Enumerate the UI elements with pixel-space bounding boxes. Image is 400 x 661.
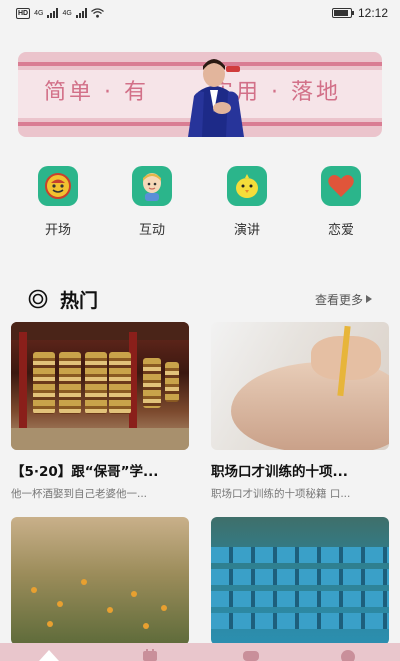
battery-fill [333, 10, 348, 16]
tab-category[interactable] [142, 649, 164, 661]
quick-nav-label: 演讲 [233, 223, 260, 238]
article-card-title: 【5·20】跟“保哥”学... [11, 464, 159, 480]
quick-nav-label: 开场 [44, 223, 71, 238]
flowers-image [11, 517, 189, 645]
signal-strength-icon-2 [75, 8, 87, 18]
stadium-seats-image [211, 517, 389, 645]
status-time: 12:12 [357, 6, 388, 20]
tab-home[interactable] [38, 649, 60, 661]
quick-nav-label: 恋爱 [327, 223, 354, 238]
quick-nav-item-opening[interactable]: 开场 [28, 166, 88, 238]
hot-section-title: 热门 [60, 289, 99, 312]
target-icon [28, 289, 48, 309]
article-card-desc: 职场口才训练的十项秘籍 口... [211, 488, 351, 500]
hd-badge: HD [16, 7, 31, 19]
quick-nav-label: 互动 [138, 223, 165, 238]
status-bar: HD 4G 4G 12:12 [0, 0, 400, 26]
signal-label-2: 4G [62, 9, 72, 17]
article-card-desc: 他一杯酒娶到自己老婆他一... [11, 488, 148, 500]
quick-nav: 开场 互动 演讲 恋爱 [0, 166, 400, 238]
wifi-icon [90, 8, 104, 18]
boy-avatar-icon [132, 166, 172, 206]
article-card[interactable]: 职场口才训练的十项... 职场口才训练的十项秘籍 口... [211, 322, 389, 501]
profile-icon [341, 650, 355, 661]
signal-strength-icon [47, 8, 59, 18]
signal-label-1: 4G [34, 9, 44, 17]
view-more-label: 查看更多 [314, 292, 363, 307]
promo-banner[interactable]: 简单 · 有实用 · 落地 [18, 52, 382, 137]
hot-section-header: 热门 查看更多 [28, 286, 372, 312]
category-icon [143, 649, 157, 661]
tab-message[interactable] [242, 649, 264, 661]
article-card[interactable] [211, 517, 389, 661]
speaker-person-image [188, 59, 244, 137]
home-icon [39, 650, 59, 661]
status-left-group: HD 4G 4G [16, 7, 104, 19]
message-icon [243, 651, 259, 661]
article-card[interactable] [11, 517, 189, 661]
chick-icon [227, 166, 267, 206]
view-more-link[interactable]: 查看更多 [315, 291, 372, 308]
quick-nav-item-love[interactable]: 恋爱 [311, 166, 371, 238]
quick-nav-item-interaction[interactable]: 互动 [122, 166, 182, 238]
quick-nav-item-speech[interactable]: 演讲 [217, 166, 277, 238]
banner-slogan-left: 简单 · 有 [44, 80, 149, 105]
bottom-tab-bar [0, 643, 400, 661]
smiley-face-icon [38, 166, 78, 206]
article-card-title: 职场口才训练的十项... [211, 464, 348, 480]
face-pencil-image [211, 322, 389, 450]
battery-icon [331, 8, 354, 18]
heart-icon [321, 166, 361, 206]
hot-section-title-group: 热门 [28, 286, 98, 313]
article-card[interactable]: 【5·20】跟“保哥”学... 他一杯酒娶到自己老婆他一... [11, 322, 189, 501]
prayer-wheels-image [11, 322, 189, 450]
chevron-right-icon [366, 295, 372, 303]
status-right-group: 12:12 [331, 6, 388, 20]
tab-profile[interactable] [340, 649, 362, 661]
